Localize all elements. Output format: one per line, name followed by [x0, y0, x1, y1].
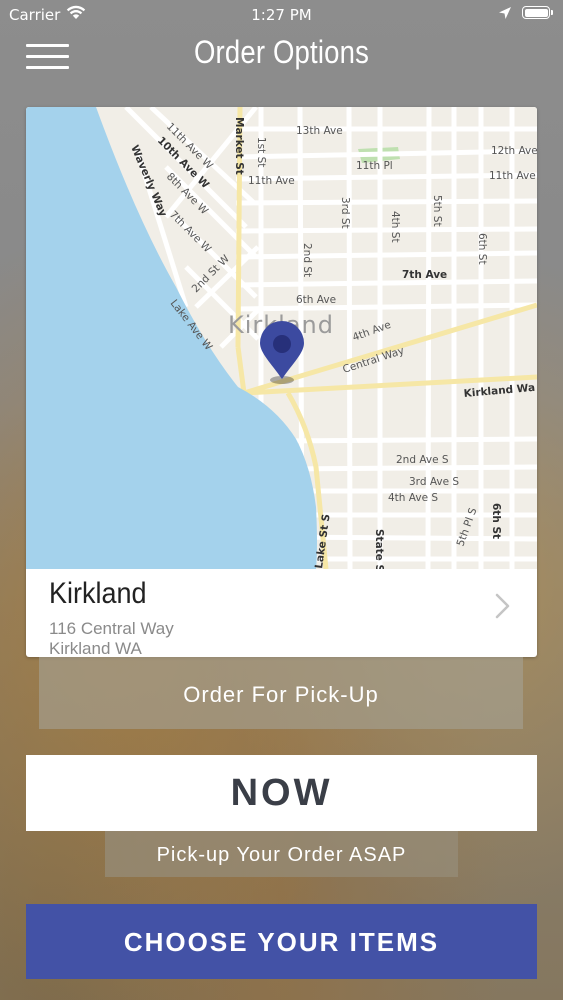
navigation-bar: Order Options	[0, 30, 563, 80]
map-label: 2nd St	[301, 243, 313, 277]
map-label: 5th St	[431, 195, 443, 227]
choose-items-button[interactable]: CHOOSE YOUR ITEMS	[26, 904, 537, 979]
location-name: Kirkland	[49, 577, 147, 610]
location-card: 11th Ave W 10th Ave W Market St 13th Ave…	[26, 107, 537, 657]
map-label: 1st St	[255, 137, 267, 167]
map-label: 4th Ave S	[388, 492, 438, 504]
chevron-right-icon	[495, 593, 511, 623]
map-label: 7th Ave	[402, 269, 447, 281]
page-title: Order Options	[193, 34, 370, 70]
battery-icon	[522, 6, 553, 19]
map-label: 11th Pl	[356, 160, 393, 172]
map-label: 6th St	[476, 233, 488, 265]
order-pickup-option[interactable]: Order For Pick-Up	[39, 657, 523, 729]
map-label: 3rd St	[339, 197, 351, 229]
map-label: 4th St	[389, 211, 401, 243]
map-label: State St S	[373, 529, 385, 569]
map-label: 13th Ave	[296, 125, 343, 137]
location-address-line2: Kirkland WA	[49, 639, 142, 657]
map-label: 11th Ave	[248, 175, 295, 187]
location-details-row[interactable]: Kirkland 116 Central Way Kirkland WA	[26, 569, 537, 657]
clock: 1:27 PM	[251, 6, 312, 24]
now-button[interactable]: NOW	[26, 755, 537, 831]
map-label: 6th St	[490, 503, 502, 539]
pickup-asap-label: Pick-up Your Order ASAP	[105, 831, 458, 877]
map-label: 6th Ave	[296, 294, 336, 306]
map-label: 3rd Ave S	[409, 476, 459, 488]
map-label: 12th Ave	[491, 145, 537, 157]
map-view[interactable]: 11th Ave W 10th Ave W Market St 13th Ave…	[26, 107, 537, 569]
map-label: 11th Ave	[489, 170, 536, 182]
map-label: 2nd Ave S	[396, 454, 449, 466]
status-bar: Carrier 1:27 PM	[0, 0, 563, 30]
map-label: Market St	[233, 117, 245, 175]
location-arrow-icon	[498, 6, 512, 24]
location-address-line1: 116 Central Way	[49, 619, 174, 638]
